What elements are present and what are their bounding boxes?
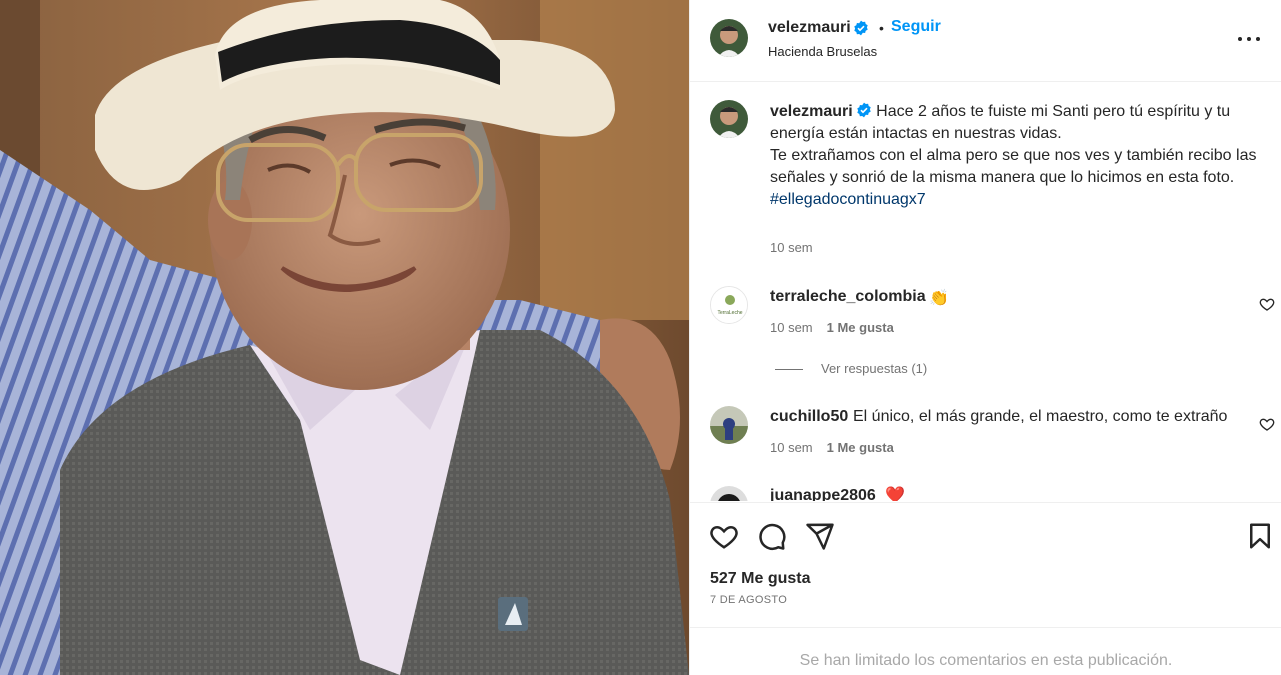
commenter-avatar-label: TerraLeche: [717, 310, 742, 316]
post-image: [0, 0, 689, 675]
commenter-avatar[interactable]: [710, 486, 748, 501]
replies-divider: [775, 369, 803, 371]
heart-icon[interactable]: [1259, 296, 1275, 312]
comment-text: El único, el más grande, el maestro, com…: [853, 408, 1228, 425]
heart-icon[interactable]: [709, 521, 739, 551]
more-options-icon[interactable]: [1238, 30, 1260, 48]
caption-timestamp[interactable]: 10 sem: [770, 240, 813, 255]
caption-text-line2: Te extrañamos con el alma pero se que no…: [770, 147, 1257, 186]
post-detail-panel: velezmauri • Seguir Hacienda Bruselas ve…: [689, 0, 1281, 675]
likes-count[interactable]: 527 Me gusta: [710, 570, 810, 588]
comment-text: 👏: [929, 290, 949, 307]
commenter-avatar[interactable]: TerraLeche: [710, 286, 748, 324]
comment-likes[interactable]: 1 Me gusta: [827, 440, 894, 455]
follow-button[interactable]: Seguir: [891, 18, 941, 36]
author-username[interactable]: velezmauri: [768, 19, 851, 37]
save-icon[interactable]: [1245, 521, 1275, 551]
author-avatar[interactable]: [710, 19, 748, 57]
share-icon[interactable]: [805, 521, 835, 551]
separator-dot: •: [879, 20, 884, 36]
post-caption: velezmauri Hace 2 años te fuiste mi Sant…: [770, 101, 1270, 211]
caption-username[interactable]: velezmauri: [770, 103, 853, 120]
comment-meta: 10 sem 1 Me gusta: [770, 320, 894, 335]
post-photo[interactable]: [0, 0, 689, 675]
post-location[interactable]: Hacienda Bruselas: [768, 44, 877, 59]
verified-badge-icon: [854, 20, 868, 36]
heart-icon[interactable]: [1259, 416, 1275, 432]
commenter-avatar[interactable]: [710, 406, 748, 444]
comments-limited-notice: Se han limitado los comentarios en esta …: [690, 627, 1281, 675]
comment-time[interactable]: 10 sem: [770, 440, 813, 455]
comment-meta: 10 sem 1 Me gusta: [770, 440, 894, 455]
post-date[interactable]: 7 DE AGOSTO: [710, 594, 787, 606]
comment-icon[interactable]: [757, 521, 787, 551]
comment-username[interactable]: terraleche_colombia: [770, 288, 926, 306]
comment-likes[interactable]: 1 Me gusta: [827, 320, 894, 335]
verified-badge-icon: [857, 102, 871, 118]
view-replies-label: Ver respuestas (1): [821, 361, 928, 376]
comment-time[interactable]: 10 sem: [770, 320, 813, 335]
comment-username[interactable]: cuchillo50: [770, 408, 848, 426]
post-actions: 527 Me gusta 7 DE AGOSTO: [690, 502, 1281, 627]
comment-username[interactable]: juanappe2806: [770, 487, 876, 501]
comment-text: ❤️: [885, 487, 905, 501]
caption-hashtag[interactable]: #ellegadocontinuagx7: [770, 191, 926, 208]
view-replies-button[interactable]: Ver respuestas (1): [775, 361, 927, 376]
caption-author-avatar[interactable]: [710, 100, 748, 138]
comments-list[interactable]: velezmauri Hace 2 años te fuiste mi Sant…: [690, 83, 1281, 501]
post-header: velezmauri • Seguir Hacienda Bruselas: [690, 0, 1281, 82]
